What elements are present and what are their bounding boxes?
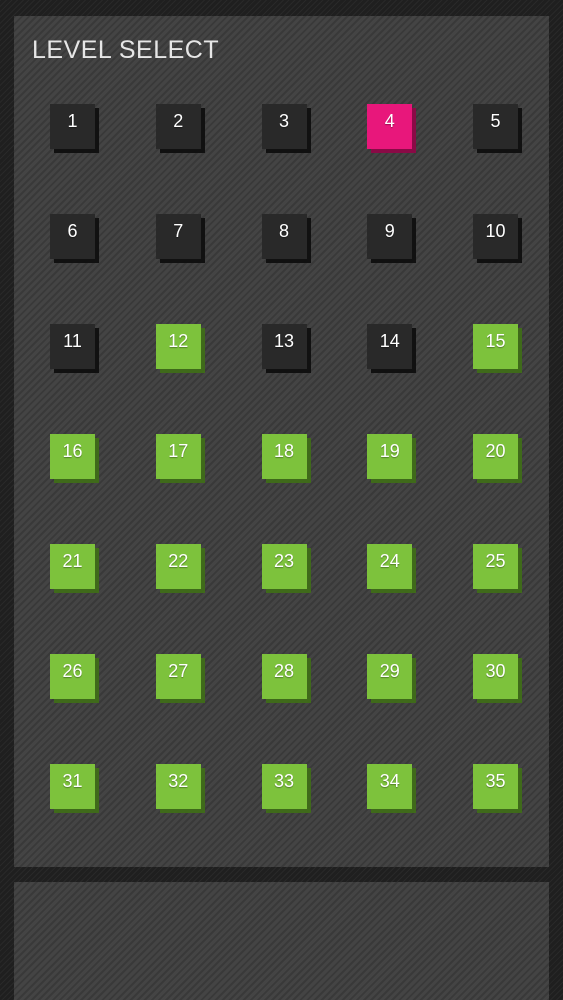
level-number: 34 (379, 771, 400, 791)
level-number: 28 (273, 661, 295, 681)
level-number: 3 (278, 111, 289, 131)
level-tile-22[interactable]: 22 (155, 544, 201, 589)
level-number: 23 (273, 551, 295, 571)
level-number: 19 (379, 441, 400, 461)
level-tile-23[interactable]: 23 (261, 544, 307, 589)
level-tile-28[interactable]: 28 (261, 654, 307, 699)
level-number: 11 (63, 331, 82, 351)
level-number: 4 (384, 111, 395, 131)
level-tile-7[interactable]: 7 (155, 214, 201, 259)
page-title: LEVEL SELECT (32, 36, 220, 64)
level-tile-10[interactable]: 10 (473, 214, 518, 259)
level-tile-15[interactable]: 15 (473, 324, 518, 369)
level-number: 33 (273, 771, 295, 791)
level-number: 13 (273, 331, 295, 351)
level-tile-12[interactable]: 12 (155, 324, 201, 369)
level-tile-24[interactable]: 24 (367, 544, 413, 589)
level-tile-32[interactable]: 32 (155, 764, 201, 809)
level-number: 25 (485, 551, 506, 571)
level-number: 8 (278, 221, 289, 241)
level-number: 17 (168, 441, 189, 461)
level-tile-5[interactable]: 5 (473, 104, 518, 149)
level-number: 6 (67, 221, 78, 241)
level-number: 30 (485, 661, 506, 681)
level-number: 35 (485, 771, 506, 791)
level-number: 20 (485, 441, 506, 461)
level-tile-18[interactable]: 18 (261, 434, 307, 479)
level-number: 18 (273, 441, 295, 461)
level-tile-25[interactable]: 25 (473, 544, 518, 589)
level-tile-2[interactable]: 2 (155, 104, 201, 149)
level-number: 2 (173, 111, 184, 131)
level-number: 15 (485, 331, 506, 351)
level-tile-17[interactable]: 17 (155, 434, 201, 479)
level-tile-30[interactable]: 30 (473, 654, 518, 699)
level-number: 22 (168, 551, 189, 571)
level-number: 5 (490, 111, 501, 131)
level-tile-9[interactable]: 9 (367, 214, 413, 259)
level-number: 12 (168, 331, 189, 351)
level-tile-34[interactable]: 34 (367, 764, 413, 809)
level-tile-4[interactable]: 4 (367, 104, 413, 149)
level-tile-19[interactable]: 19 (367, 434, 413, 479)
level-number: 1 (67, 111, 78, 131)
level-number: 16 (62, 441, 83, 461)
level-tile-33[interactable]: 33 (261, 764, 307, 809)
level-number: 21 (62, 551, 83, 571)
level-tile-27[interactable]: 27 (155, 654, 201, 699)
level-tile-6[interactable]: 6 (50, 214, 95, 259)
level-grid: 1 2 3 4 5 6 7 8 9 10 11 12 13 14 15 16 17 18 19 20 21 22 23 24 2… (50, 104, 518, 809)
level-number: 32 (168, 771, 189, 791)
level-tile-35[interactable]: 35 (473, 764, 518, 809)
level-tile-8[interactable]: 8 (261, 214, 307, 259)
level-number: 9 (384, 221, 395, 241)
level-tile-14[interactable]: 14 (367, 324, 413, 369)
level-tile-20[interactable]: 20 (473, 434, 518, 479)
level-tile-21[interactable]: 21 (50, 544, 95, 589)
level-tile-16[interactable]: 16 (50, 434, 95, 479)
level-select-panel: LEVEL SELECT 1 2 3 4 5 6 7 8 9 10 11 12 13 14 15 16 17 18… (14, 16, 549, 867)
level-number: 29 (379, 661, 400, 681)
level-tile-31[interactable]: 31 (50, 764, 95, 809)
level-number: 7 (173, 221, 184, 241)
level-number: 14 (379, 331, 400, 351)
level-tile-26[interactable]: 26 (50, 654, 95, 699)
level-number: 26 (62, 661, 83, 681)
level-tile-29[interactable]: 29 (367, 654, 413, 699)
level-tile-11[interactable]: 11 (50, 324, 95, 369)
level-number: 10 (485, 221, 506, 241)
level-number: 24 (379, 551, 400, 571)
level-tile-13[interactable]: 13 (261, 324, 307, 369)
bottom-panel (14, 882, 549, 1000)
level-number: 27 (168, 661, 189, 681)
level-number: 31 (62, 771, 83, 791)
level-tile-3[interactable]: 3 (261, 104, 307, 149)
level-tile-1[interactable]: 1 (50, 104, 95, 149)
